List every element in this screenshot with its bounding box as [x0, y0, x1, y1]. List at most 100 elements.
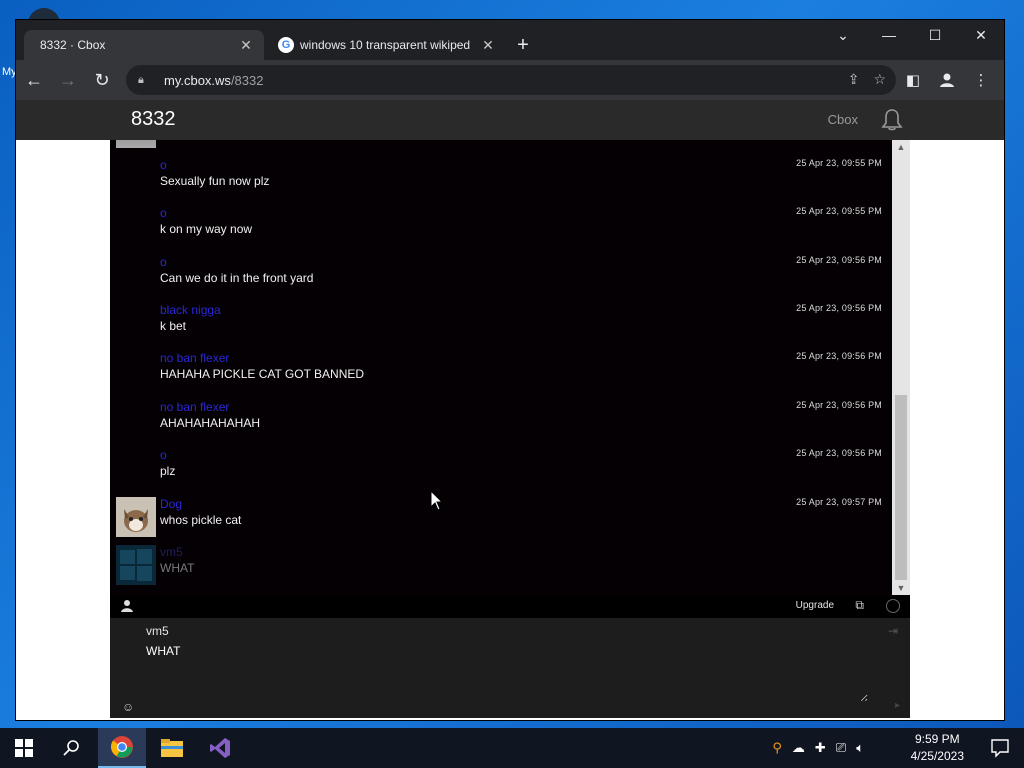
- search-icon[interactable]: [48, 728, 96, 768]
- message-author[interactable]: vm5: [160, 545, 183, 559]
- tab-wikipedia-search[interactable]: G windows 10 transparent wikiped ✕: [268, 30, 506, 60]
- message-time: 25 Apr 23, 09:57 PM: [796, 497, 882, 507]
- menu-kebab-icon[interactable]: ⋮: [966, 65, 996, 95]
- tab-close-icon[interactable]: ✕: [480, 37, 496, 54]
- forward-button[interactable]: →: [52, 64, 84, 96]
- message-author[interactable]: o: [160, 158, 167, 172]
- side-panel-icon[interactable]: ◧: [898, 65, 928, 95]
- browser-toolbar: ← → ↻ 🔒︎ my.cbox.ws/8332 ⇪ ☆ ◧ ⋮: [16, 60, 1004, 100]
- new-tab-button[interactable]: +: [512, 34, 534, 56]
- message-input[interactable]: WHAT: [144, 642, 868, 702]
- mouse-cursor-icon: [430, 489, 444, 512]
- message-author[interactable]: Dog: [160, 497, 182, 511]
- bookmark-star-icon[interactable]: ☆: [873, 71, 886, 88]
- refresh-icon[interactable]: [886, 599, 900, 613]
- visual-studio-icon[interactable]: [196, 728, 244, 768]
- message-author[interactable]: black nigga: [160, 303, 221, 317]
- taskbar-clock[interactable]: 9:59 PM 4/25/2023: [911, 731, 964, 765]
- start-button[interactable]: [0, 728, 48, 768]
- message-text: AHAHAHAHAHAH: [160, 416, 261, 430]
- volume-icon[interactable]: 🔈︎: [856, 740, 864, 756]
- chat-box: o Sexually fun now plz 25 Apr 23, 09:55 …: [110, 140, 910, 718]
- chrome-taskbar-icon[interactable]: [98, 728, 146, 768]
- list-item: o plz 25 Apr 23, 09:56 PM: [110, 446, 892, 494]
- web-page: 8332 Cbox o Sexually fun now plz 25 Apr …: [16, 100, 1004, 720]
- cbox-header: 8332 Cbox: [16, 100, 1004, 140]
- url-host: my.cbox.ws: [164, 72, 231, 88]
- message-scrollbar[interactable]: ▲ ▼: [892, 140, 910, 595]
- tab-search-icon[interactable]: ⌄: [820, 20, 866, 50]
- window-controls: ⌄ — ☐ ✕: [820, 20, 1004, 50]
- popout-icon[interactable]: ⧉: [855, 598, 864, 613]
- compose-name[interactable]: vm5: [146, 624, 169, 638]
- tab-close-icon[interactable]: ✕: [238, 37, 254, 54]
- bell-icon[interactable]: [880, 108, 904, 132]
- list-item: vm5 WHAT: [110, 543, 892, 591]
- message-time: 25 Apr 23, 09:56 PM: [796, 255, 882, 265]
- share-icon[interactable]: ⇪: [848, 71, 860, 88]
- scrollbar-thumb[interactable]: [895, 395, 907, 580]
- close-window-button[interactable]: ✕: [958, 20, 1004, 50]
- list-item: black nigga k bet 25 Apr 23, 09:56 PM: [110, 301, 892, 349]
- message-time: 25 Apr 23, 09:56 PM: [796, 448, 882, 458]
- user-icon[interactable]: [120, 599, 134, 613]
- message-author[interactable]: no ban flexer: [160, 400, 229, 414]
- chat-toolbar: Upgrade ⧉: [110, 595, 910, 618]
- message-text: Can we do it in the front yard: [160, 271, 314, 285]
- message-text: HAHAHA PICKLE CAT GOT BANNED: [160, 367, 365, 381]
- profile-icon[interactable]: [932, 65, 962, 95]
- reload-button[interactable]: ↻: [86, 64, 118, 96]
- network-warning-icon[interactable]: ☁: [792, 740, 805, 756]
- message-text: whos pickle cat: [160, 513, 242, 527]
- desktop-icon-label: My: [2, 66, 17, 78]
- tab-cbox[interactable]: 8332 · Cbox ✕: [24, 30, 264, 60]
- scroll-up-arrow-icon[interactable]: ▲: [892, 140, 910, 154]
- message-text: k bet: [160, 319, 187, 333]
- network-icon[interactable]: ⎚: [836, 740, 846, 756]
- taskbar: ⚲ ☁ ✚ ⎚ 🔈︎ 9:59 PM 4/25/2023: [0, 728, 1024, 768]
- emoji-icon[interactable]: ☺: [122, 700, 134, 714]
- clock-time: 9:59 PM: [914, 732, 960, 746]
- upgrade-link[interactable]: Upgrade: [796, 600, 834, 611]
- list-item: o Can we do it in the front yard 25 Apr …: [110, 253, 892, 301]
- compose-area: vm5 ⇥ WHAT ☺ ▸: [110, 618, 910, 718]
- dog-avatar: [116, 497, 156, 537]
- maximize-button[interactable]: ☐: [912, 20, 958, 50]
- back-button[interactable]: ←: [18, 64, 50, 96]
- lock-icon[interactable]: 🔒︎: [138, 74, 154, 87]
- message-author[interactable]: no ban flexer: [160, 351, 229, 365]
- message-time: 25 Apr 23, 09:56 PM: [796, 400, 882, 410]
- list-item: no ban flexer HAHAHA PICKLE CAT GOT BANN…: [110, 349, 892, 397]
- list-item: Dog whos pickle cat 25 Apr 23, 09:57 PM: [110, 495, 892, 543]
- browser-window: 8332 · Cbox ✕ G windows 10 transparent w…: [16, 20, 1004, 720]
- key-icon[interactable]: ⚲: [772, 740, 782, 756]
- notification-icon[interactable]: [990, 738, 1010, 758]
- file-explorer-icon[interactable]: [148, 728, 196, 768]
- page-title: 8332: [131, 108, 176, 130]
- send-arrow-icon[interactable]: ▸: [895, 700, 900, 711]
- scroll-down-arrow-icon[interactable]: ▼: [892, 581, 910, 595]
- minimize-button[interactable]: —: [866, 20, 912, 50]
- message-text: Sexually fun now plz: [160, 174, 270, 188]
- address-bar[interactable]: 🔒︎ my.cbox.ws/8332 ⇪ ☆: [126, 65, 896, 95]
- tab-strip: 8332 · Cbox ✕ G windows 10 transparent w…: [16, 20, 1004, 60]
- message-list[interactable]: o Sexually fun now plz 25 Apr 23, 09:55 …: [110, 140, 892, 595]
- login-icon[interactable]: ⇥: [888, 624, 898, 638]
- message-author[interactable]: o: [160, 448, 167, 462]
- message-author[interactable]: o: [160, 255, 167, 269]
- message-time: 25 Apr 23, 09:55 PM: [796, 158, 882, 168]
- message-text: plz: [160, 464, 176, 478]
- system-tray: ⚲ ☁ ✚ ⎚ 🔈︎: [772, 728, 864, 768]
- avatar: [116, 140, 156, 148]
- windows-avatar: [116, 545, 156, 585]
- security-icon[interactable]: ✚: [815, 740, 826, 756]
- tab-title: 8332 · Cbox: [40, 38, 106, 52]
- list-item: o k on my way now 25 Apr 23, 09:55 PM: [110, 204, 892, 252]
- google-favicon-icon: G: [278, 37, 294, 53]
- message-time: 25 Apr 23, 09:56 PM: [796, 351, 882, 361]
- cbox-link[interactable]: Cbox: [828, 112, 858, 127]
- url-path: /8332: [230, 72, 264, 88]
- message-text: k on my way now: [160, 222, 253, 236]
- clock-date: 4/25/2023: [910, 749, 964, 763]
- message-author[interactable]: o: [160, 206, 167, 220]
